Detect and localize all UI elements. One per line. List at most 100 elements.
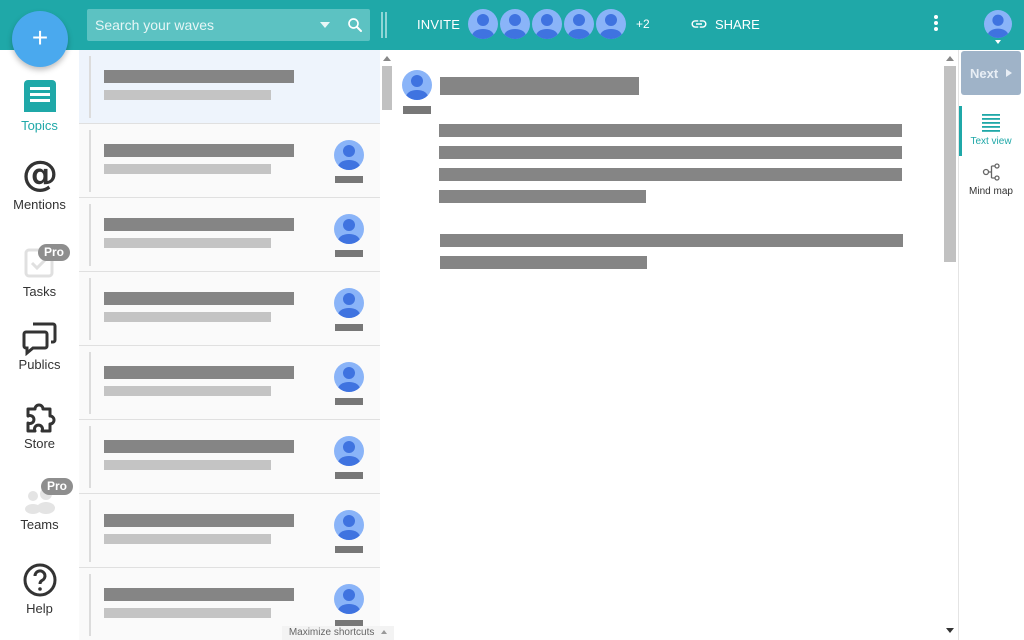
person-icon bbox=[338, 441, 360, 466]
author-avatar[interactable] bbox=[402, 70, 432, 100]
participant-avatar[interactable] bbox=[468, 9, 498, 39]
topic-snippet-placeholder bbox=[104, 312, 271, 322]
topic-title-placeholder bbox=[104, 144, 294, 157]
more-participants-count[interactable]: +2 bbox=[636, 17, 650, 31]
item-accent bbox=[89, 352, 91, 414]
person-icon bbox=[338, 219, 360, 244]
topic-reader bbox=[396, 50, 942, 640]
author-name-placeholder bbox=[335, 546, 363, 553]
text-line-placeholder bbox=[439, 146, 902, 159]
top-bar: Search your waves INVITE +2 SHARE bbox=[0, 0, 1024, 50]
topic-list bbox=[79, 50, 380, 640]
author-name-placeholder bbox=[335, 176, 363, 183]
item-accent bbox=[89, 56, 91, 118]
topic-title-placeholder bbox=[104, 366, 294, 379]
topic-list-item[interactable] bbox=[79, 124, 380, 198]
author-avatar bbox=[334, 584, 364, 614]
topic-snippet-placeholder bbox=[104, 460, 271, 470]
topic-list-item[interactable] bbox=[79, 420, 380, 494]
search-placeholder: Search your waves bbox=[95, 17, 215, 33]
topic-list-item[interactable] bbox=[79, 494, 380, 568]
active-indicator bbox=[959, 106, 962, 156]
text-view-icon bbox=[982, 114, 1000, 132]
topic-list-item[interactable] bbox=[79, 346, 380, 420]
nav-publics[interactable]: Publics bbox=[0, 318, 79, 390]
topic-list-item[interactable] bbox=[79, 198, 380, 272]
app-window: Search your waves INVITE +2 SHARE + Topi… bbox=[0, 0, 1024, 640]
participant-avatar[interactable] bbox=[596, 9, 626, 39]
at-icon: @ bbox=[22, 156, 58, 192]
author-avatar bbox=[334, 288, 364, 318]
nav-store[interactable]: Store bbox=[0, 398, 79, 470]
participant-avatar[interactable] bbox=[500, 9, 530, 39]
view-panel: Next Text view Mind map bbox=[958, 50, 1024, 640]
scrollbar-thumb[interactable] bbox=[382, 66, 392, 110]
author-name-placeholder bbox=[335, 324, 363, 331]
person-icon bbox=[472, 14, 494, 39]
author-avatar bbox=[334, 436, 364, 466]
search-input[interactable]: Search your waves bbox=[87, 9, 370, 41]
item-accent bbox=[89, 204, 91, 266]
account-dropdown-icon[interactable] bbox=[995, 40, 1001, 44]
link-icon bbox=[691, 20, 707, 28]
text-line-placeholder bbox=[440, 234, 903, 247]
user-avatar[interactable] bbox=[984, 10, 1012, 38]
panel-resize-handle[interactable] bbox=[380, 12, 388, 38]
invite-button[interactable]: INVITE bbox=[417, 17, 460, 32]
nav-topics-label: Topics bbox=[21, 118, 58, 133]
mind-map-icon bbox=[982, 163, 1000, 181]
mind-map-label: Mind map bbox=[969, 186, 1013, 197]
mind-map-button[interactable]: Mind map bbox=[959, 156, 1023, 202]
nav-tasks[interactable]: Pro Tasks bbox=[0, 244, 79, 316]
reader-scrollbar[interactable] bbox=[942, 50, 958, 640]
text-line-placeholder bbox=[439, 168, 902, 181]
item-accent bbox=[89, 130, 91, 192]
text-line-placeholder bbox=[439, 190, 646, 203]
topic-snippet-placeholder bbox=[104, 608, 271, 618]
text-line-placeholder bbox=[440, 256, 647, 269]
topic-list-item[interactable] bbox=[79, 50, 380, 124]
author-avatar bbox=[334, 214, 364, 244]
item-accent bbox=[89, 574, 91, 636]
nav-tasks-label: Tasks bbox=[22, 284, 57, 299]
topic-title-placeholder bbox=[104, 440, 294, 453]
scroll-down-icon[interactable] bbox=[946, 628, 954, 633]
topic-list-item[interactable] bbox=[79, 272, 380, 346]
author-name-placeholder bbox=[335, 250, 363, 257]
item-accent bbox=[89, 426, 91, 488]
nav-mentions[interactable]: @ Mentions bbox=[0, 156, 79, 228]
nav-help[interactable]: Help bbox=[0, 562, 79, 634]
author-name-placeholder bbox=[403, 106, 431, 114]
maximize-shortcuts-button[interactable]: Maximize shortcuts bbox=[282, 626, 394, 640]
person-icon bbox=[406, 75, 428, 100]
maximize-shortcuts-label: Maximize shortcuts bbox=[288, 627, 375, 638]
next-button[interactable]: Next bbox=[961, 51, 1021, 95]
new-topic-button[interactable]: + bbox=[12, 11, 68, 67]
person-icon bbox=[568, 14, 590, 39]
topic-title-placeholder bbox=[440, 77, 639, 95]
text-view-button[interactable]: Text view bbox=[959, 106, 1023, 156]
next-label: Next bbox=[970, 66, 999, 81]
svg-text:@: @ bbox=[22, 156, 58, 192]
scroll-up-icon[interactable] bbox=[946, 56, 954, 61]
person-icon bbox=[536, 14, 558, 39]
more-vert-icon[interactable] bbox=[929, 15, 943, 35]
search-dropdown-icon[interactable] bbox=[320, 22, 330, 28]
nav-help-label: Help bbox=[26, 601, 53, 616]
person-icon bbox=[338, 589, 360, 614]
topic-snippet-placeholder bbox=[104, 238, 271, 248]
search-icon[interactable] bbox=[346, 16, 364, 34]
topic-title-placeholder bbox=[104, 514, 294, 527]
scroll-up-icon[interactable] bbox=[383, 56, 391, 61]
person-icon bbox=[338, 293, 360, 318]
author-name-placeholder bbox=[335, 398, 363, 405]
person-icon bbox=[338, 515, 360, 540]
nav-teams[interactable]: Pro Teams bbox=[0, 478, 79, 550]
participant-avatar[interactable] bbox=[564, 9, 594, 39]
text-view-label: Text view bbox=[970, 136, 1012, 147]
scrollbar-thumb[interactable] bbox=[944, 66, 956, 262]
chevron-up-icon bbox=[381, 630, 388, 635]
topic-list-scrollbar[interactable] bbox=[380, 50, 394, 640]
nav-topics[interactable]: Topics bbox=[0, 76, 79, 148]
participant-avatar[interactable] bbox=[532, 9, 562, 39]
